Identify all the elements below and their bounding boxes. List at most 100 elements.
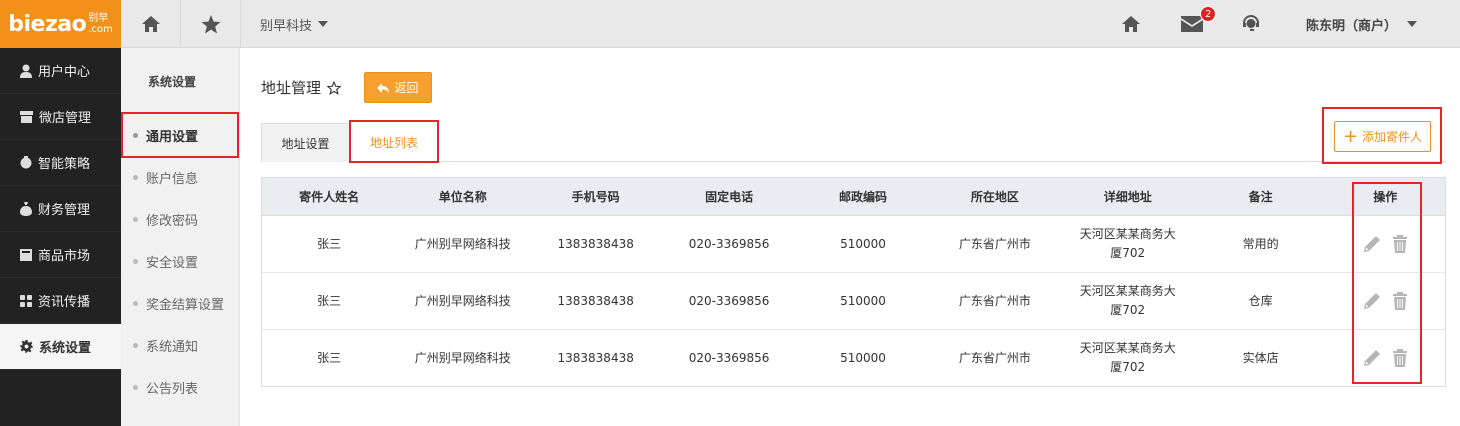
back-button[interactable]: 返回 <box>364 72 432 103</box>
cell-actions <box>1326 330 1446 387</box>
logo[interactable]: biezao 别早 .com <box>0 0 121 48</box>
tab-address-list[interactable]: 地址列表 <box>350 123 438 162</box>
add-sender-button[interactable]: + 添加寄件人 <box>1334 121 1431 152</box>
back-arrow-icon <box>377 82 390 93</box>
sidebar-item-finance[interactable]: 财务管理 <box>0 186 121 232</box>
address-line: 天河区某某商务大 <box>1079 227 1176 241</box>
star-outline-icon[interactable] <box>327 80 342 95</box>
col-header: 操作 <box>1325 177 1446 216</box>
submenu-item-account[interactable]: 账户信息 <box>121 156 239 198</box>
submenu-item-general[interactable]: 通用设置 <box>121 114 239 156</box>
sidebar-item-label: 资讯传播 <box>38 295 91 310</box>
tab-bar: 地址设置 地址列表 <box>261 123 1446 162</box>
submenu-item-label: 通用设置 <box>146 129 199 145</box>
grid-icon <box>20 294 32 307</box>
bullet-icon <box>133 300 138 306</box>
cell-company: 广州别早网络科技 <box>414 350 511 365</box>
logo-text: biezao <box>8 11 87 37</box>
col-header: 备注 <box>1195 177 1326 216</box>
cell-region: 广东省广州市 <box>929 272 1060 330</box>
address-line: 厦702 <box>1110 246 1146 260</box>
submenu-item-security[interactable]: 安全设置 <box>121 240 239 282</box>
user-menu[interactable]: 陈东明（商户） <box>1306 0 1418 48</box>
bulb-icon <box>20 156 32 169</box>
cell-zip: 510000 <box>796 215 930 273</box>
cell-zip: 510000 <box>840 350 886 365</box>
money-icon <box>20 201 32 216</box>
submenu-item-label: 账户信息 <box>146 171 199 187</box>
cell-address: 天河区某某商务大 厦702 <box>1059 215 1196 273</box>
trash-icon[interactable] <box>1393 292 1408 310</box>
table-row: 张三 广州别早网络科技 1383838438 020-3369856 51000… <box>261 272 1446 330</box>
star-icon <box>201 14 220 33</box>
col-header: 手机号码 <box>529 177 663 216</box>
address-line: 厦702 <box>1110 360 1146 374</box>
settings-submenu: 系统设置 通用设置 账户信息 修改密码 安全设置 奖金结算设置 系统通知 公告列… <box>121 48 240 426</box>
support-button[interactable] <box>1240 0 1262 48</box>
gear-icon <box>20 340 33 353</box>
submenu-item-bonus[interactable]: 奖金结算设置 <box>121 282 239 324</box>
plus-icon: + <box>1342 125 1359 147</box>
submenu-item-password[interactable]: 修改密码 <box>121 198 239 240</box>
col-header: 所在地区 <box>929 177 1060 216</box>
edit-pencil-icon[interactable] <box>1363 349 1381 367</box>
edit-pencil-icon[interactable] <box>1363 235 1381 253</box>
cell-phone: 020-3369856 <box>688 350 770 365</box>
page-title-text: 地址管理 <box>261 79 322 97</box>
home-button[interactable] <box>121 0 181 48</box>
logo-cn-bottom: .com <box>88 24 113 35</box>
submenu-item-label: 奖金结算设置 <box>146 297 225 313</box>
cell-mobile: 1383838438 <box>557 350 634 365</box>
mail-badge: 2 <box>1200 6 1217 22</box>
cell-region: 广东省广州市 <box>929 215 1060 273</box>
cell-address: 天河区某某商务大 厦702 <box>1060 330 1196 387</box>
submenu-item-announcements[interactable]: 公告列表 <box>121 366 239 408</box>
cell-note: 仓库 <box>1195 272 1326 330</box>
cell-company: 广州别早网络科技 <box>396 215 530 273</box>
trash-icon[interactable] <box>1393 235 1408 253</box>
chevron-down-icon <box>318 21 329 27</box>
home-link[interactable] <box>1120 0 1142 48</box>
back-button-label: 返回 <box>394 81 419 95</box>
favorites-button[interactable] <box>181 0 241 48</box>
submenu-title: 系统设置 <box>148 74 197 89</box>
chevron-down-icon <box>1407 21 1418 27</box>
cell-note: 常用的 <box>1195 215 1326 273</box>
sidebar-item-news[interactable]: 资讯传播 <box>0 278 121 324</box>
top-bar: biezao 别早 .com 别早科技 2 陈东明（商户） <box>0 0 1460 48</box>
sidebar-item-label: 用户中心 <box>38 65 91 80</box>
sidebar-item-shop[interactable]: 微店管理 <box>0 94 121 140</box>
submenu-item-notices[interactable]: 系统通知 <box>121 324 239 366</box>
sidebar-item-user-center[interactable]: 用户中心 <box>0 48 121 94</box>
logo-cn-top: 别早 <box>88 13 109 24</box>
market-icon <box>20 248 32 261</box>
home-icon <box>1122 16 1140 32</box>
bullet-icon <box>133 384 138 390</box>
table-row: 张三 广州别早网络科技 1383838438 020-3369856 51000… <box>262 330 1446 387</box>
messages-button[interactable]: 2 <box>1180 0 1217 48</box>
sidebar-item-label: 智能策略 <box>38 157 91 172</box>
cell-phone: 020-3369856 <box>662 215 797 273</box>
user-icon <box>20 64 32 78</box>
col-header: 详细地址 <box>1059 177 1196 216</box>
table-row: 张三 广州别早网络科技 1383838438 020-3369856 51000… <box>261 215 1446 273</box>
edit-pencil-icon[interactable] <box>1363 292 1381 310</box>
sidebar-item-market[interactable]: 商品市场 <box>0 232 121 278</box>
address-line: 厦702 <box>1110 303 1146 317</box>
trash-icon[interactable] <box>1393 349 1408 367</box>
address-line: 天河区某某商务大 <box>1079 341 1176 355</box>
page-title: 地址管理 <box>261 77 342 98</box>
col-header: 固定电话 <box>662 177 797 216</box>
bullet-icon <box>133 174 138 180</box>
tab-address-settings[interactable]: 地址设置 <box>261 123 350 162</box>
submenu-item-label: 修改密码 <box>146 213 199 229</box>
sidebar-item-settings[interactable]: 系统设置 <box>0 324 121 370</box>
cell-zip: 510000 <box>796 272 930 330</box>
cell-actions <box>1325 215 1446 273</box>
sidebar-item-label: 系统设置 <box>39 341 92 356</box>
cell-note: 实体店 <box>1242 350 1279 365</box>
user-name: 陈东明（商户） <box>1306 18 1398 34</box>
sidebar-item-strategy[interactable]: 智能策略 <box>0 140 121 186</box>
mail-icon <box>1181 16 1203 32</box>
company-switcher[interactable]: 别早科技 <box>260 0 329 48</box>
